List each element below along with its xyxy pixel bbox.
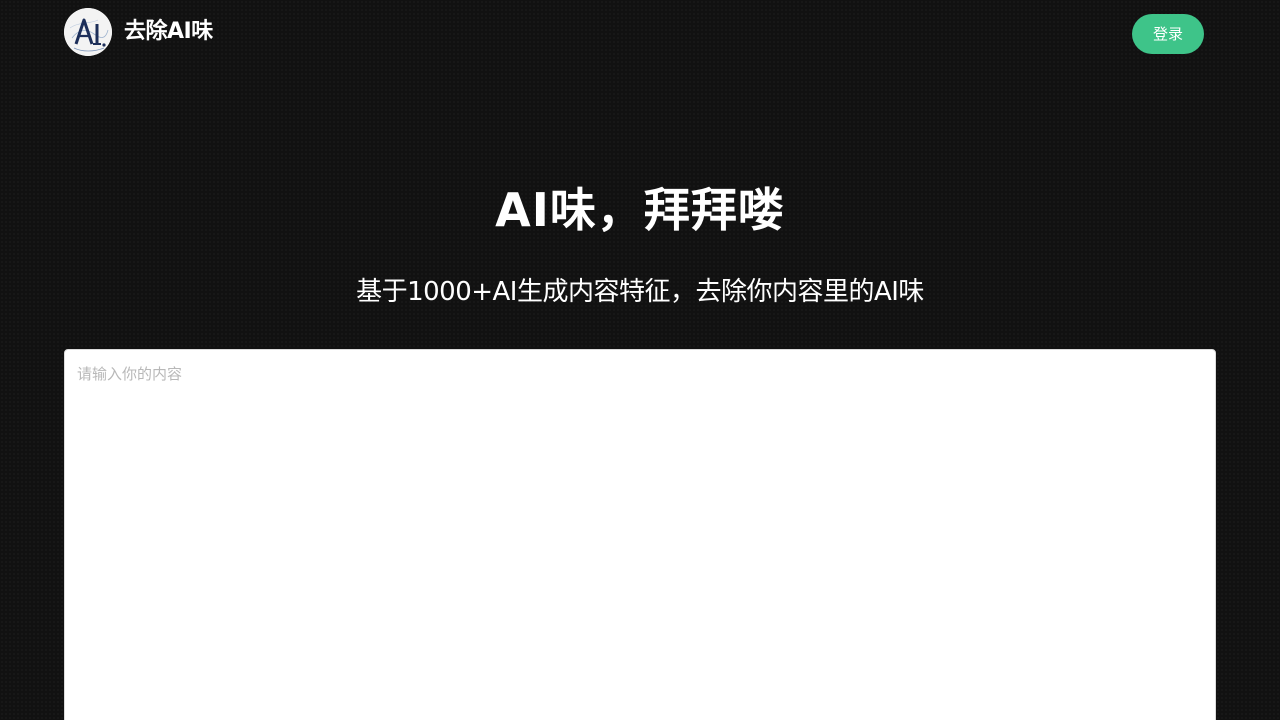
brand-name[interactable]: 去除AI味 (124, 17, 213, 47)
hero-title: AI味，拜拜喽 (495, 183, 785, 237)
ai-logo-icon[interactable] (64, 8, 112, 56)
hero-subtitle: 基于1000+AI生成内容特征，去除你内容里的AI味 (356, 277, 924, 307)
login-button[interactable]: 登录 (1132, 14, 1204, 54)
content-input[interactable] (64, 349, 1216, 720)
header: 去除AI味 登录 (0, 0, 1280, 66)
